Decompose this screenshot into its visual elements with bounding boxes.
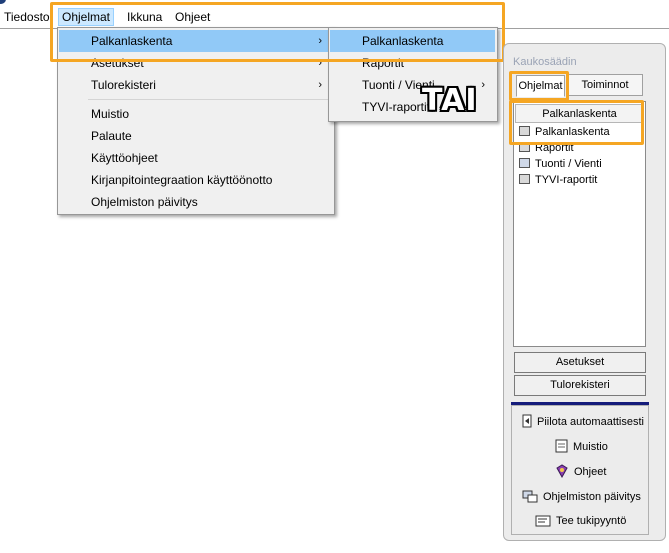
hide-automatically-action[interactable]: Piilota automaattisesti (522, 414, 644, 432)
menu-separator (88, 99, 331, 100)
menu-item-kayttoohjeet[interactable]: Käyttöohjeet (59, 147, 332, 169)
action-label: Muistio (573, 441, 608, 453)
tab-toiminnot[interactable]: Toiminnot (567, 74, 643, 96)
ohjeet-action[interactable]: Ohjeet (555, 464, 606, 482)
update-icon (522, 489, 538, 507)
action-label: Tee tukipyyntö (556, 515, 627, 527)
highlight-tab (509, 71, 569, 101)
tulorekisteri-button[interactable]: Tulorekisteri (514, 375, 646, 396)
menu-item-label: Tulorekisteri (91, 78, 156, 92)
list-item-tyvi-raportit[interactable]: TYVI-raportit (519, 172, 597, 188)
help-book-icon (555, 464, 569, 482)
menu-item-muistio[interactable]: Muistio (59, 103, 332, 125)
menu-tiedosto[interactable]: Tiedosto (4, 9, 50, 25)
tee-tukipyynto-action[interactable]: Tee tukipyyntö (535, 514, 626, 531)
panel-title: Kaukosäädin (513, 56, 577, 68)
muistio-action[interactable]: Muistio (555, 439, 608, 457)
list-item-tuonti-vienti[interactable]: Tuonti / Vienti (519, 156, 602, 172)
submenu-arrow-icon: › (481, 79, 485, 91)
annotation-label: TAI (422, 83, 478, 118)
menu-item-ohjelmiston-paivitys[interactable]: Ohjelmiston päivitys (59, 191, 332, 213)
transfer-icon (519, 158, 530, 168)
highlight-list (509, 100, 644, 145)
action-label: Piilota automaattisesti (537, 416, 644, 428)
app-icon-fragment (0, 0, 6, 4)
highlight-menu-path (50, 2, 505, 62)
ohjelmiston-paivitys-action[interactable]: Ohjelmiston päivitys (522, 489, 641, 507)
action-label: Ohjeet (574, 466, 607, 478)
pin-icon (522, 414, 532, 432)
asetukset-button[interactable]: Asetukset (514, 352, 646, 373)
action-label: Ohjelmiston päivitys (543, 491, 641, 503)
list-item-label: Tuonti / Vienti (535, 158, 602, 170)
document-icon (519, 174, 530, 184)
menu-item-kirjanpitointegraatio[interactable]: Kirjanpitointegraation käyttöönotto (59, 169, 332, 191)
list-item-label: TYVI-raportit (535, 174, 598, 186)
support-request-icon (535, 515, 551, 531)
note-icon (555, 439, 568, 457)
submenu-arrow-icon: › (318, 79, 322, 91)
menu-item-palaute[interactable]: Palaute (59, 125, 332, 147)
menu-item-tulorekisteri[interactable]: Tulorekisteri › (59, 74, 332, 96)
